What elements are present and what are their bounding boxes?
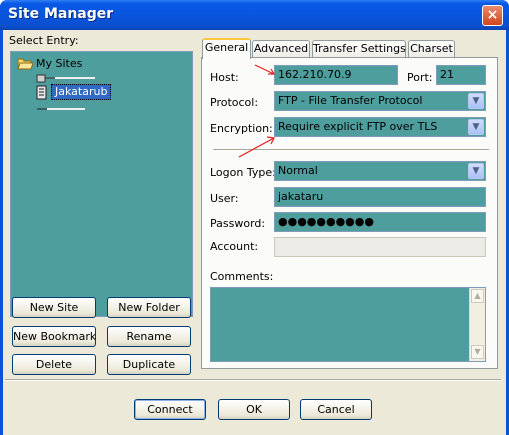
- title-bar[interactable]: Site Manager ×: [0, 0, 509, 30]
- host-label: Host:: [210, 71, 239, 84]
- annotation-arrow: [238, 136, 275, 158]
- chevron-down-icon[interactable]: ▼: [468, 163, 484, 179]
- logon-type-label: Logon Type:: [210, 166, 276, 179]
- ok-button[interactable]: OK: [218, 399, 290, 420]
- logon-type-select[interactable]: Normal ▼: [274, 161, 486, 181]
- user-input[interactable]: jakataru: [274, 187, 486, 207]
- tree-item-label: Jakatarub: [55, 85, 108, 98]
- server-icon: [36, 85, 47, 100]
- server-icon: [36, 74, 95, 83]
- chevron-down-icon[interactable]: ▼: [468, 119, 484, 135]
- folder-open-icon: [17, 58, 33, 70]
- comments-label: Comments:: [210, 270, 274, 283]
- footer-separator: [5, 379, 501, 381]
- close-icon: ×: [486, 7, 499, 23]
- scroll-up-icon[interactable]: ▲: [471, 289, 484, 303]
- new-bookmark-button[interactable]: New Bookmark: [12, 326, 96, 347]
- encryption-select[interactable]: Require explicit FTP over TLS ▼: [274, 117, 486, 137]
- account-input: [274, 237, 486, 257]
- comments-scrollbar[interactable]: ▲ ▼: [469, 288, 485, 361]
- rename-button[interactable]: Rename: [107, 326, 191, 347]
- comments-textarea[interactable]: ▲ ▼: [210, 287, 486, 362]
- delete-button[interactable]: Delete: [12, 354, 96, 375]
- password-input[interactable]: ●●●●●●●●●●: [274, 212, 486, 232]
- port-input[interactable]: 21: [436, 65, 486, 85]
- new-site-button[interactable]: New Site: [12, 297, 96, 318]
- duplicate-button[interactable]: Duplicate: [107, 354, 191, 375]
- cancel-button[interactable]: Cancel: [300, 399, 372, 420]
- window-title: Site Manager: [8, 6, 114, 22]
- tree-item-obscured[interactable]: [35, 72, 105, 84]
- user-label: User:: [210, 192, 239, 205]
- select-entry-label: Select Entry:: [9, 34, 79, 47]
- site-manager-window: Site Manager × Select Entry: My Sites Ja…: [0, 0, 509, 435]
- scroll-down-icon[interactable]: ▼: [471, 345, 484, 359]
- site-tree[interactable]: My Sites Jakatarub: [10, 51, 193, 317]
- close-button[interactable]: ×: [482, 5, 503, 26]
- protocol-label: Protocol:: [210, 96, 259, 109]
- tab-advanced[interactable]: Advanced: [252, 40, 310, 58]
- tab-charset[interactable]: Charset: [408, 40, 455, 58]
- host-input[interactable]: 162.210.70.9: [274, 65, 398, 85]
- port-label: Port:: [407, 71, 433, 84]
- tab-general[interactable]: General: [202, 38, 251, 59]
- chevron-down-icon[interactable]: ▼: [468, 93, 484, 109]
- protocol-select[interactable]: FTP - File Transfer Protocol ▼: [274, 91, 486, 111]
- new-folder-button[interactable]: New Folder: [107, 297, 191, 318]
- tree-item-obscured-icon: [37, 108, 85, 110]
- annotation-arrow: [254, 64, 276, 75]
- dialog-body: Select Entry: My Sites Jakatarub New Sit…: [3, 30, 506, 435]
- tab-transfer-settings[interactable]: Transfer Settings: [312, 40, 406, 58]
- tree-root-label[interactable]: My Sites: [36, 57, 82, 70]
- connect-button[interactable]: Connect: [134, 399, 206, 420]
- tree-item-selected[interactable]: Jakatarub: [51, 84, 112, 100]
- account-label: Account:: [210, 240, 259, 253]
- password-label: Password:: [210, 217, 266, 230]
